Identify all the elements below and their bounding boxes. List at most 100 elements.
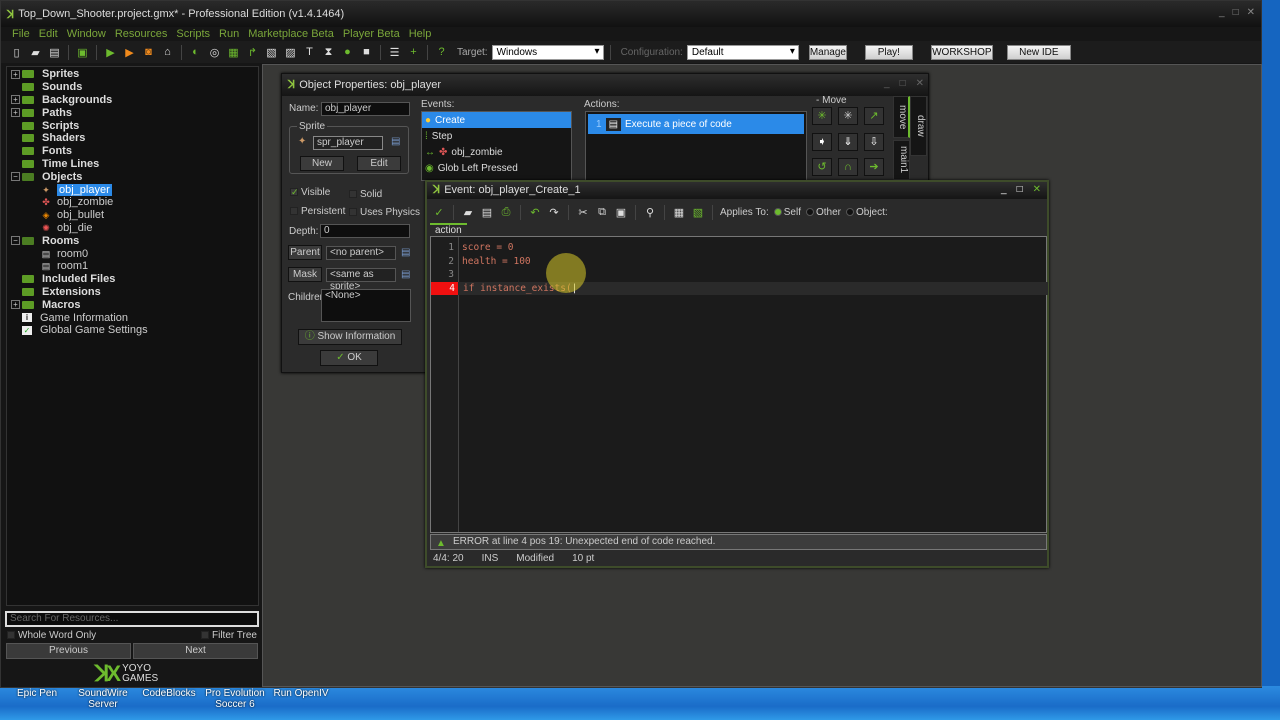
applies-object-radio[interactable]: Object:: [846, 207, 888, 218]
help-icon[interactable]: ?: [434, 45, 449, 60]
play-button[interactable]: Play!: [864, 44, 913, 60]
close-button[interactable]: ✕: [1033, 184, 1041, 195]
create-script-icon[interactable]: ▧: [264, 45, 279, 60]
menu-window[interactable]: Window: [67, 27, 106, 41]
create-timeline-icon[interactable]: ⧗: [321, 45, 336, 60]
set-friction-icon[interactable]: ➔: [864, 158, 884, 176]
desktop-icon[interactable]: CodeBlocks: [138, 688, 200, 710]
menu-run[interactable]: Run: [219, 27, 239, 41]
tree-folder-rooms[interactable]: − Rooms: [7, 234, 258, 247]
save-icon[interactable]: ▤: [47, 45, 62, 60]
apply-checkmark-icon[interactable]: ✓: [432, 205, 446, 219]
menu-scripts[interactable]: Scripts: [176, 27, 210, 41]
collapse-icon[interactable]: −: [11, 236, 20, 246]
create-path-icon[interactable]: ↱: [245, 45, 260, 60]
children-list[interactable]: <None>: [321, 289, 411, 322]
expand-icon[interactable]: +: [11, 300, 20, 310]
menu-file[interactable]: File: [12, 27, 30, 41]
action-item[interactable]: 1 ▤ Execute a piece of code: [588, 114, 804, 134]
create-background-icon[interactable]: ▦: [226, 45, 241, 60]
gravity-icon[interactable]: ⇩: [864, 133, 884, 151]
code-editor-title-bar[interactable]: ꓘ Event: obj_player_Create_1: [427, 182, 1047, 199]
expand-icon[interactable]: +: [11, 95, 20, 105]
event-item-create[interactable]: ● Create: [422, 112, 571, 128]
clean-icon[interactable]: ⌂: [160, 45, 175, 60]
tree-folder-shaders[interactable]: Shaders: [7, 132, 258, 145]
create-font-icon[interactable]: T: [302, 45, 317, 60]
event-item-step[interactable]: ⁞ Step: [422, 128, 571, 144]
configuration-select[interactable]: Default: [686, 44, 799, 60]
show-information-button[interactable]: ⓘ Show Information: [298, 329, 402, 345]
tree-folder-extensions[interactable]: Extensions: [7, 286, 258, 299]
minimize-button[interactable]: _: [884, 78, 890, 89]
new-file-icon[interactable]: ▯: [9, 45, 24, 60]
tab-draw[interactable]: draw: [910, 96, 927, 156]
parent-select[interactable]: <no parent>: [326, 246, 396, 260]
save-icon[interactable]: ▤: [480, 205, 494, 219]
tree-folder-fonts[interactable]: Fonts: [7, 145, 258, 158]
minimize-button[interactable]: _: [1219, 7, 1225, 18]
maximize-button[interactable]: □: [900, 78, 906, 89]
debug-icon[interactable]: ▶: [122, 45, 137, 60]
speed-vertical-icon[interactable]: ⇓: [838, 133, 858, 151]
tab-main1[interactable]: main1: [893, 140, 910, 180]
paste-icon[interactable]: ▣: [614, 205, 628, 219]
resource-search-input[interactable]: Search For Resources...: [5, 611, 259, 627]
tree-folder-timelines[interactable]: Time Lines: [7, 158, 258, 171]
load-icon[interactable]: ▰: [461, 205, 475, 219]
next-button[interactable]: Next: [133, 643, 258, 659]
target-select[interactable]: Windows: [491, 44, 604, 60]
ok-button[interactable]: ✓ OK: [320, 350, 378, 366]
create-object-icon[interactable]: ●: [340, 45, 355, 60]
list-icon[interactable]: ☰: [387, 45, 402, 60]
tree-folder-macros[interactable]: + Macros: [7, 298, 258, 311]
stop-icon[interactable]: ◙: [141, 45, 156, 60]
create-room-icon[interactable]: ■: [359, 45, 374, 60]
maximize-button[interactable]: □: [1017, 184, 1023, 195]
name-input[interactable]: obj_player: [321, 102, 410, 116]
tab-move[interactable]: move: [893, 96, 910, 138]
open-icon[interactable]: ▰: [28, 45, 43, 60]
reverse-horizontal-icon[interactable]: ↺: [812, 158, 832, 176]
create-sprite-icon[interactable]: ◐: [188, 45, 203, 60]
desktop-icon[interactable]: SoundWire Server: [72, 688, 134, 710]
code-text-area[interactable]: 1 score = 0 2 health = 100 3 4 if instance_…: [430, 236, 1048, 533]
tree-item-obj-player[interactable]: ✦ obj_player: [7, 183, 258, 196]
mask-button[interactable]: Mask: [288, 267, 322, 282]
menu-player[interactable]: Player Beta: [343, 27, 400, 41]
tree-folder-scripts[interactable]: Scripts: [7, 119, 258, 132]
menu-edit[interactable]: Edit: [39, 27, 58, 41]
edit-sprite-button[interactable]: Edit: [357, 156, 401, 171]
applies-other-radio[interactable]: Other: [805, 207, 841, 218]
persistent-checkbox[interactable]: Persistent: [290, 206, 345, 217]
move-free-icon[interactable]: ✳: [838, 107, 858, 125]
applies-self-radio[interactable]: Self: [773, 207, 801, 218]
add-icon[interactable]: +: [406, 45, 421, 60]
undo-icon[interactable]: ↶: [528, 205, 542, 219]
desktop-icon[interactable]: Run OpenIV: [270, 688, 332, 710]
solid-checkbox[interactable]: Solid: [349, 189, 382, 200]
filter-tree-checkbox[interactable]: Filter Tree: [200, 630, 257, 641]
parent-button[interactable]: Parent: [288, 245, 322, 260]
move-fixed-icon[interactable]: ✳: [812, 107, 832, 125]
tree-item-obj-die[interactable]: ✺ obj_die: [7, 222, 258, 235]
menu-resources[interactable]: Resources: [115, 27, 168, 41]
parent-menu-icon[interactable]: ▤: [401, 247, 410, 258]
sprite-select[interactable]: spr_player: [313, 136, 383, 150]
tree-item-obj-bullet[interactable]: ◈ obj_bullet: [7, 209, 258, 222]
expand-icon[interactable]: +: [11, 108, 20, 118]
depth-input[interactable]: 0: [320, 224, 410, 238]
minimize-button[interactable]: _: [1001, 184, 1007, 195]
goto-line-icon[interactable]: ▦: [672, 205, 686, 219]
create-shader-icon[interactable]: ▨: [283, 45, 298, 60]
uses-physics-checkbox[interactable]: Uses Physics: [349, 207, 420, 218]
tree-item-obj-zombie[interactable]: ✤ obj_zombie: [7, 196, 258, 209]
copy-icon[interactable]: ⧉: [595, 205, 609, 219]
close-button[interactable]: ✕: [916, 78, 924, 89]
new-sprite-button[interactable]: New: [300, 156, 344, 171]
workshop-button[interactable]: WORKSHOP: [930, 44, 993, 60]
tab-action[interactable]: action: [430, 223, 467, 237]
find-icon[interactable]: ⚲: [643, 205, 657, 219]
menu-marketplace[interactable]: Marketplace Beta: [248, 27, 334, 41]
maximize-button[interactable]: □: [1233, 7, 1239, 18]
